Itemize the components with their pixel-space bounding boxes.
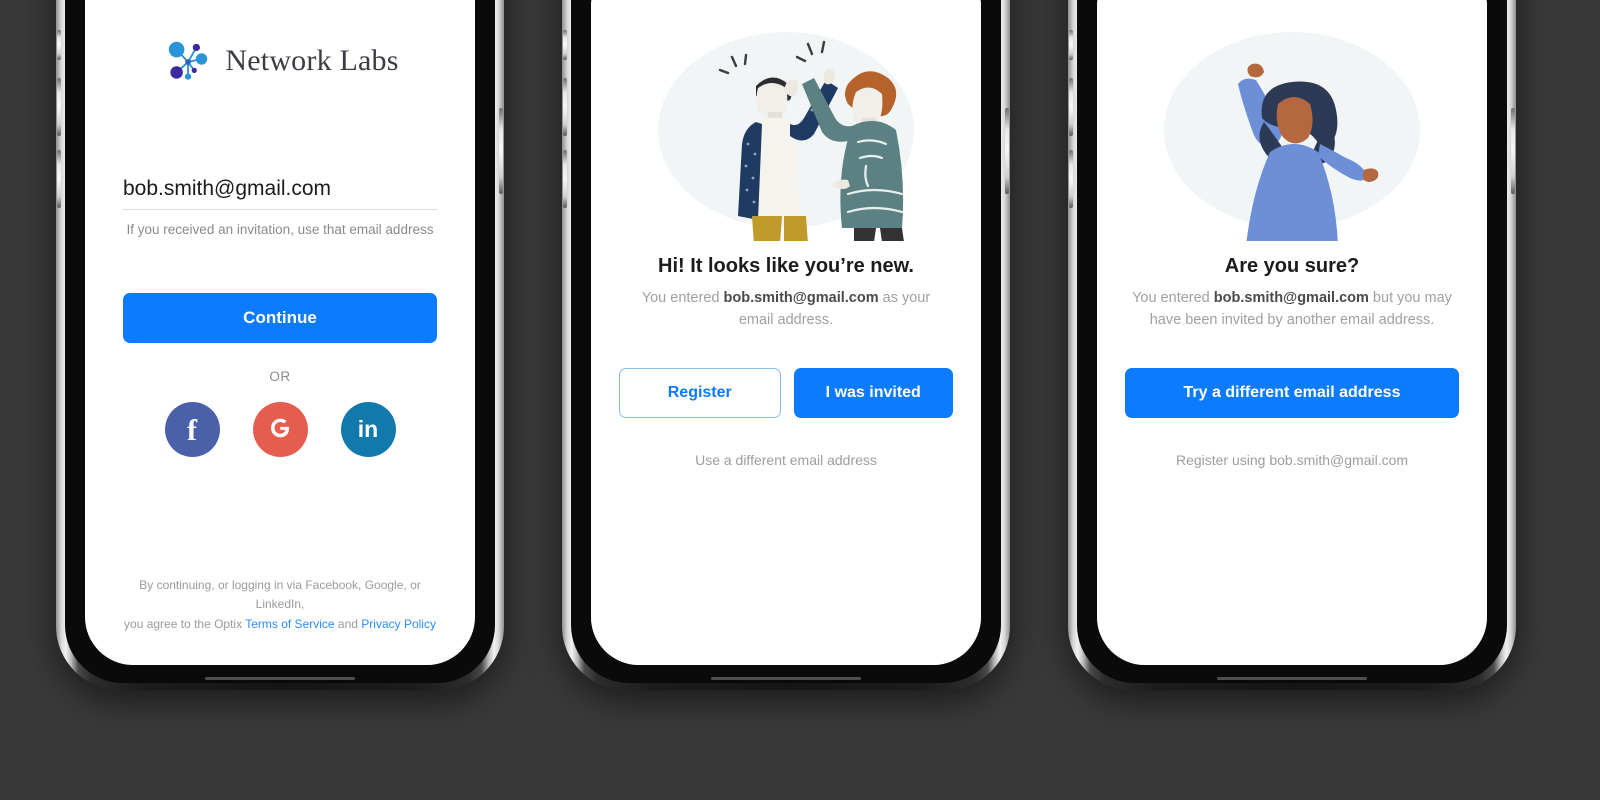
phone-bezel: Network Labs If you received an invitati… [65,0,495,683]
modal-subtitle: You entered bob.smith@gmail.com but you … [1125,288,1459,332]
linkedin-login-button[interactable]: in [340,402,396,457]
phone-mockup-1: Network Labs If you received an invitati… [56,0,504,690]
phone-screen-2: Network Labs [591,0,981,665]
legal-line-2-middle: and [334,617,362,632]
subtitle-email: bob.smith@gmail.com [723,290,879,306]
subtitle-prefix: You entered [641,290,724,306]
modal-title: Hi! It looks like you’re new. [658,255,914,277]
volume-up-button[interactable] [57,78,61,136]
or-divider-label: OR [269,369,291,384]
volume-up-button[interactable] [1069,78,1073,136]
volume-down-button[interactable] [57,150,61,208]
high-five-illustration [619,0,953,241]
phone-screen-1: Network Labs If you received an invitati… [85,0,475,665]
brand-name: Network Labs [225,44,399,77]
linkedin-icon: in [357,416,379,442]
phone-chin-line [1217,677,1367,680]
register-using-email-link[interactable]: Register using bob.smith@gmail.com [1125,452,1459,468]
phone-chin-line [711,677,861,680]
phone-chin-line [205,677,355,680]
power-button[interactable] [1511,108,1515,194]
new-user-modal: Hi! It looks like you’re new. You entere… [591,0,981,665]
mute-switch[interactable] [1069,30,1073,60]
modal-subtitle: You entered bob.smith@gmail.com as your … [619,288,953,332]
phone-mockup-3: Network Labs [1068,0,1516,690]
subtitle-email: bob.smith@gmail.com [1213,290,1369,306]
i-was-invited-button[interactable]: I was invited [793,367,953,418]
legal-text: By continuing, or logging in via Faceboo… [123,576,437,665]
mute-switch[interactable] [57,30,61,60]
celebrating-person-illustration [1125,0,1459,241]
confirm-email-modal: Are you sure? You entered bob.smith@gmai… [1097,0,1487,665]
brand-header: Network Labs [85,0,475,87]
google-login-button[interactable] [252,402,308,457]
modal-action-row: Register I was invited [619,367,953,418]
terms-of-service-link[interactable]: Terms of Service [245,617,334,631]
google-icon [266,414,294,445]
volume-down-button[interactable] [1069,150,1073,208]
use-different-email-link[interactable]: Use a different email address [619,452,953,468]
phone-screen-3: Network Labs [1097,0,1487,665]
power-button[interactable] [1005,108,1009,194]
legal-line-2-prefix: you agree to the Optix [124,617,246,632]
power-button[interactable] [499,108,503,194]
privacy-policy-link[interactable]: Privacy Policy [361,617,436,631]
legal-line-1: By continuing, or logging in via Faceboo… [139,577,421,612]
continue-button[interactable]: Continue [123,293,437,343]
layout-spacer [123,87,437,177]
register-button[interactable]: Register [619,367,781,418]
subtitle-prefix: You entered [1132,290,1214,306]
modal-title: Are you sure? [1224,255,1360,277]
facebook-login-button[interactable]: f [164,402,220,457]
email-input[interactable] [123,177,437,210]
phone-bezel: Network Labs [571,0,1001,683]
mute-switch[interactable] [563,30,567,60]
try-different-email-button[interactable]: Try a different email address [1125,367,1459,418]
social-login-row: f in [123,402,437,457]
screenshot-stage: Network Labs If you received an invitati… [0,0,1600,800]
modal-action-row: Try a different email address [1125,367,1459,418]
facebook-icon: f [187,413,197,447]
network-nodes-icon [161,35,213,87]
email-hint: If you received an invitation, use that … [126,222,434,237]
volume-down-button[interactable] [563,150,567,208]
phone-bezel: Network Labs [1077,0,1507,683]
volume-up-button[interactable] [563,78,567,136]
phone-mockup-2: Network Labs [562,0,1010,690]
